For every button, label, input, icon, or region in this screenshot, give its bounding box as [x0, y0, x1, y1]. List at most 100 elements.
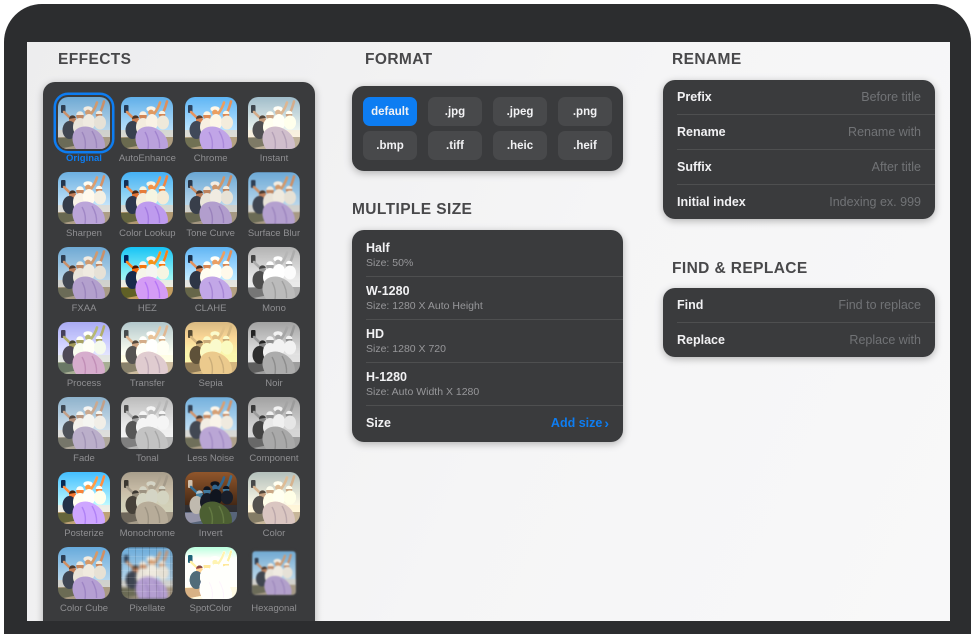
effect-label: Surface Blur	[248, 228, 300, 239]
field-input[interactable]	[771, 298, 921, 312]
effect-item[interactable]: FXAA	[58, 247, 110, 322]
effect-item[interactable]: CLAHE	[185, 247, 237, 322]
effect-item[interactable]: Original	[58, 97, 110, 172]
effect-item[interactable]: Mono	[248, 247, 300, 322]
effect-thumbnail[interactable]	[248, 247, 300, 299]
field-input[interactable]	[771, 195, 921, 209]
effect-item[interactable]: Noir	[248, 322, 300, 397]
effect-item[interactable]: Instant	[248, 97, 300, 172]
effect-thumbnail[interactable]	[121, 172, 173, 224]
effect-item[interactable]: Monochrome	[121, 472, 173, 547]
effect-thumbnail[interactable]	[58, 547, 110, 599]
sample-photo-preview	[58, 247, 110, 299]
effect-item[interactable]: Surface Blur	[248, 172, 300, 247]
size-preset-dimensions: Size: Auto Width X 1280	[366, 386, 609, 398]
effect-thumbnail[interactable]	[121, 97, 173, 149]
effect-thumbnail[interactable]	[58, 322, 110, 374]
format-option-button[interactable]: .jpeg	[493, 97, 547, 126]
effect-item[interactable]: Tone Curve	[185, 172, 237, 247]
effect-thumbnail[interactable]	[185, 247, 237, 299]
effect-item[interactable]: HEZ	[121, 247, 173, 322]
effect-item[interactable]: AutoEnhance	[121, 97, 173, 172]
format-option-button[interactable]: .bmp	[363, 131, 417, 160]
add-size-button[interactable]: Add size ›	[551, 416, 609, 430]
size-preset-row[interactable]: HD Size: 1280 X 720	[352, 320, 623, 362]
field-input[interactable]	[771, 333, 921, 347]
effect-thumbnail[interactable]	[185, 172, 237, 224]
effect-item[interactable]: Sharpen	[58, 172, 110, 247]
effect-thumbnail[interactable]	[121, 247, 173, 299]
effect-thumbnail[interactable]	[248, 322, 300, 374]
sample-photo-preview	[121, 247, 173, 299]
size-preset-row[interactable]: Half Size: 50%	[352, 234, 623, 276]
effect-item[interactable]: Color	[248, 472, 300, 547]
field-label: Prefix	[677, 90, 712, 104]
format-option-button[interactable]: .tiff	[428, 131, 482, 160]
effect-item[interactable]: Pixellate	[121, 547, 173, 621]
effect-item[interactable]: SpotColor	[185, 547, 237, 621]
effect-thumbnail[interactable]	[58, 472, 110, 524]
effect-item[interactable]: Tonal	[121, 397, 173, 472]
effect-thumbnail[interactable]	[248, 547, 300, 599]
format-option-button[interactable]: .heif	[558, 131, 612, 160]
field-label: Initial index	[677, 195, 746, 209]
size-preset-row[interactable]: H-1280 Size: Auto Width X 1280	[352, 363, 623, 405]
rename-panel: Prefix Rename Suffix Initial index	[663, 80, 935, 219]
effect-thumbnail[interactable]	[58, 247, 110, 299]
sample-photo-preview	[58, 322, 110, 374]
size-preset-name: Half	[366, 241, 609, 255]
sample-photo-preview	[248, 97, 300, 149]
effect-item[interactable]: Posterize	[58, 472, 110, 547]
effect-thumbnail[interactable]	[58, 172, 110, 224]
format-option-button[interactable]: .heic	[493, 131, 547, 160]
field-input[interactable]	[771, 90, 921, 104]
effect-item[interactable]: Component	[248, 397, 300, 472]
effect-thumbnail[interactable]	[121, 322, 173, 374]
field-input[interactable]	[771, 160, 921, 174]
format-option-button[interactable]: .png	[558, 97, 612, 126]
effect-thumbnail[interactable]	[58, 97, 110, 149]
effect-item[interactable]: Color Lookup	[121, 172, 173, 247]
effect-thumbnail[interactable]	[248, 397, 300, 449]
format-panel: default .jpg .jpeg .png .bmp .tiff .heic .heif	[352, 86, 623, 171]
effect-thumbnail[interactable]	[248, 97, 300, 149]
effect-label: Sharpen	[66, 228, 102, 239]
format-option-button[interactable]: default	[363, 97, 417, 126]
effect-item[interactable]: Fade	[58, 397, 110, 472]
effect-label: Color Lookup	[119, 228, 176, 239]
sample-photo-preview	[185, 97, 237, 149]
sample-photo-preview	[248, 322, 300, 374]
effect-item[interactable]: Sepia	[185, 322, 237, 397]
sample-photo-preview	[185, 322, 237, 374]
effect-thumbnail[interactable]	[248, 472, 300, 524]
chevron-right-icon: ›	[604, 416, 609, 430]
effect-thumbnail[interactable]	[185, 397, 237, 449]
effect-thumbnail[interactable]	[58, 397, 110, 449]
effect-thumbnail[interactable]	[185, 322, 237, 374]
effect-thumbnail[interactable]	[185, 97, 237, 149]
format-option-button[interactable]: .jpg	[428, 97, 482, 126]
sample-photo-preview	[121, 322, 173, 374]
size-preset-row[interactable]: W-1280 Size: 1280 X Auto Height	[352, 277, 623, 319]
effect-item[interactable]: Transfer	[121, 322, 173, 397]
effect-thumbnail[interactable]	[185, 472, 237, 524]
effect-item[interactable]: Color Cube	[58, 547, 110, 621]
text-field-row: Find	[663, 288, 935, 322]
effect-label: Component	[249, 453, 298, 464]
effect-thumbnail[interactable]	[121, 397, 173, 449]
effect-label: Instant	[260, 153, 289, 164]
effect-item[interactable]: Hexagonal	[248, 547, 300, 621]
effect-thumbnail[interactable]	[185, 547, 237, 599]
effect-item[interactable]: Process	[58, 322, 110, 397]
effect-item[interactable]: Less Noise	[185, 397, 237, 472]
effect-thumbnail[interactable]	[121, 547, 173, 599]
effect-label: Sepia	[199, 378, 223, 389]
effect-thumbnail[interactable]	[248, 172, 300, 224]
app-screen: EFFECTS Original AutoEnhance Chrome Inst…	[27, 42, 950, 621]
effect-item[interactable]: Chrome	[185, 97, 237, 172]
multiple-size-section-title: MULTIPLE SIZE	[352, 201, 472, 219]
size-preset-name: W-1280	[366, 284, 609, 298]
effect-thumbnail[interactable]	[121, 472, 173, 524]
effect-item[interactable]: Invert	[185, 472, 237, 547]
field-input[interactable]	[771, 125, 921, 139]
